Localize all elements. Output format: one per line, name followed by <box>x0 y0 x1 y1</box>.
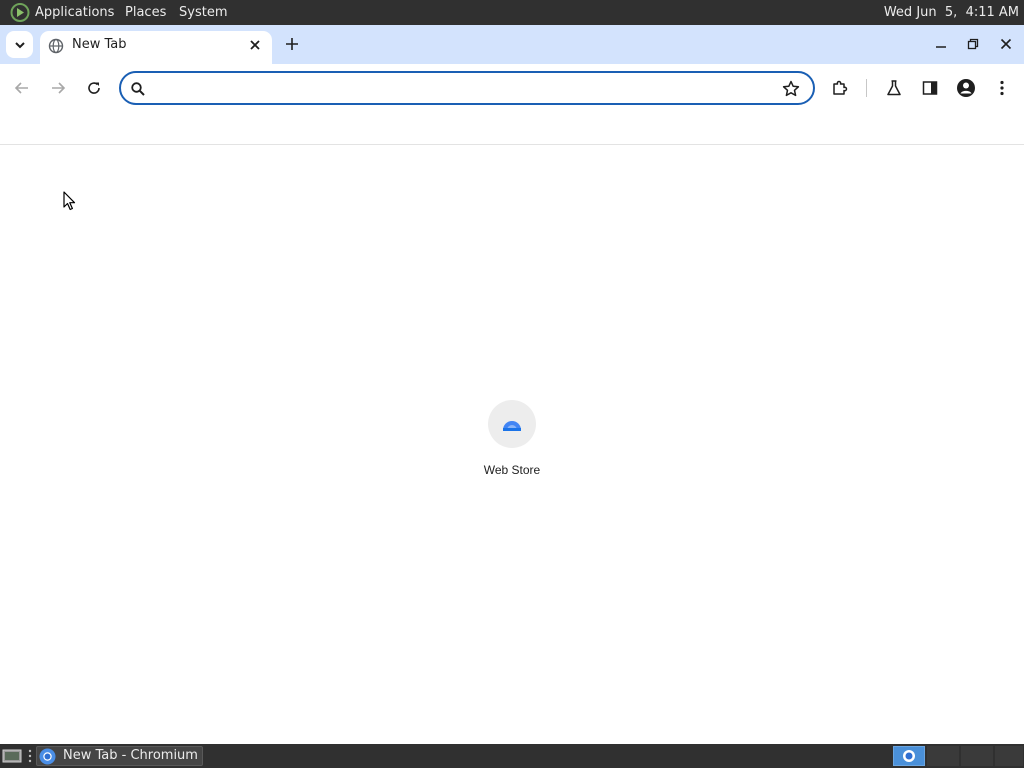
chevron-down-icon <box>14 41 25 48</box>
kebab-menu-icon <box>1000 80 1004 96</box>
back-arrow-icon <box>14 82 28 94</box>
profile-button[interactable] <box>954 76 978 100</box>
globe-icon <box>48 38 64 54</box>
clock[interactable]: Wed Jun 5, 4:11 AM <box>884 0 1019 25</box>
show-desktop-icon[interactable] <box>2 748 22 764</box>
new-tab-button[interactable] <box>282 34 302 54</box>
workspace-1[interactable] <box>893 746 925 766</box>
shortcut-web-store[interactable]: Web Store <box>472 400 552 484</box>
applications-menu[interactable]: Applications <box>35 0 114 25</box>
bookmarks-bar <box>0 112 1024 145</box>
plus-icon <box>286 38 298 50</box>
bottom-panel: New Tab - Chromium <box>0 744 1024 768</box>
web-store-icon <box>488 400 536 448</box>
extensions-button[interactable] <box>828 76 852 100</box>
tab-new-tab[interactable]: New Tab <box>40 31 272 64</box>
restore-button[interactable] <box>964 35 982 53</box>
chromium-icon <box>39 748 56 765</box>
mouse-cursor-icon <box>63 191 76 211</box>
top-panel: Applications Places System Wed Jun 5, 4:… <box>0 0 1024 25</box>
restore-icon <box>967 38 979 50</box>
side-panel-icon <box>922 81 938 95</box>
puzzle-icon <box>833 80 848 95</box>
minimize-button[interactable] <box>932 35 950 53</box>
back-button[interactable] <box>10 76 34 100</box>
toolbar <box>0 64 1024 112</box>
workspace-2[interactable] <box>927 746 959 766</box>
taskbar-item-chromium[interactable]: New Tab - Chromium <box>36 746 203 766</box>
new-tab-page: Web Store <box>0 146 1024 744</box>
menu-button[interactable] <box>990 76 1014 100</box>
shortcut-label: Web Store <box>483 463 541 477</box>
workspace-3[interactable] <box>961 746 993 766</box>
search-icon <box>131 82 145 96</box>
close-tab-button[interactable] <box>246 36 264 54</box>
side-panel-button[interactable] <box>918 76 942 100</box>
close-icon <box>250 40 260 50</box>
labs-button[interactable] <box>882 76 906 100</box>
workspace-4[interactable] <box>995 746 1023 766</box>
close-window-button[interactable] <box>997 35 1015 53</box>
profile-icon <box>957 79 975 97</box>
tab-title: New Tab <box>72 37 127 52</box>
omnibox-input[interactable] <box>157 77 767 99</box>
reload-button[interactable] <box>82 76 106 100</box>
reload-icon <box>88 82 100 94</box>
omnibox[interactable] <box>119 71 815 105</box>
chromium-icon <box>903 750 915 762</box>
close-icon <box>1000 38 1012 50</box>
distro-logo-icon[interactable] <box>10 3 30 22</box>
places-menu[interactable]: Places <box>125 0 166 25</box>
taskbar-item-label: New Tab - Chromium <box>63 748 198 763</box>
star-icon[interactable] <box>781 79 801 99</box>
forward-arrow-icon <box>52 82 66 94</box>
flask-icon <box>887 80 901 96</box>
toolbar-separator <box>866 79 867 97</box>
minimize-icon <box>936 46 946 48</box>
forward-button[interactable] <box>46 76 70 100</box>
panel-handle-icon[interactable] <box>27 748 33 764</box>
tab-strip: New Tab <box>0 25 1024 64</box>
tab-search-button[interactable] <box>6 31 33 58</box>
system-menu[interactable]: System <box>179 0 227 25</box>
